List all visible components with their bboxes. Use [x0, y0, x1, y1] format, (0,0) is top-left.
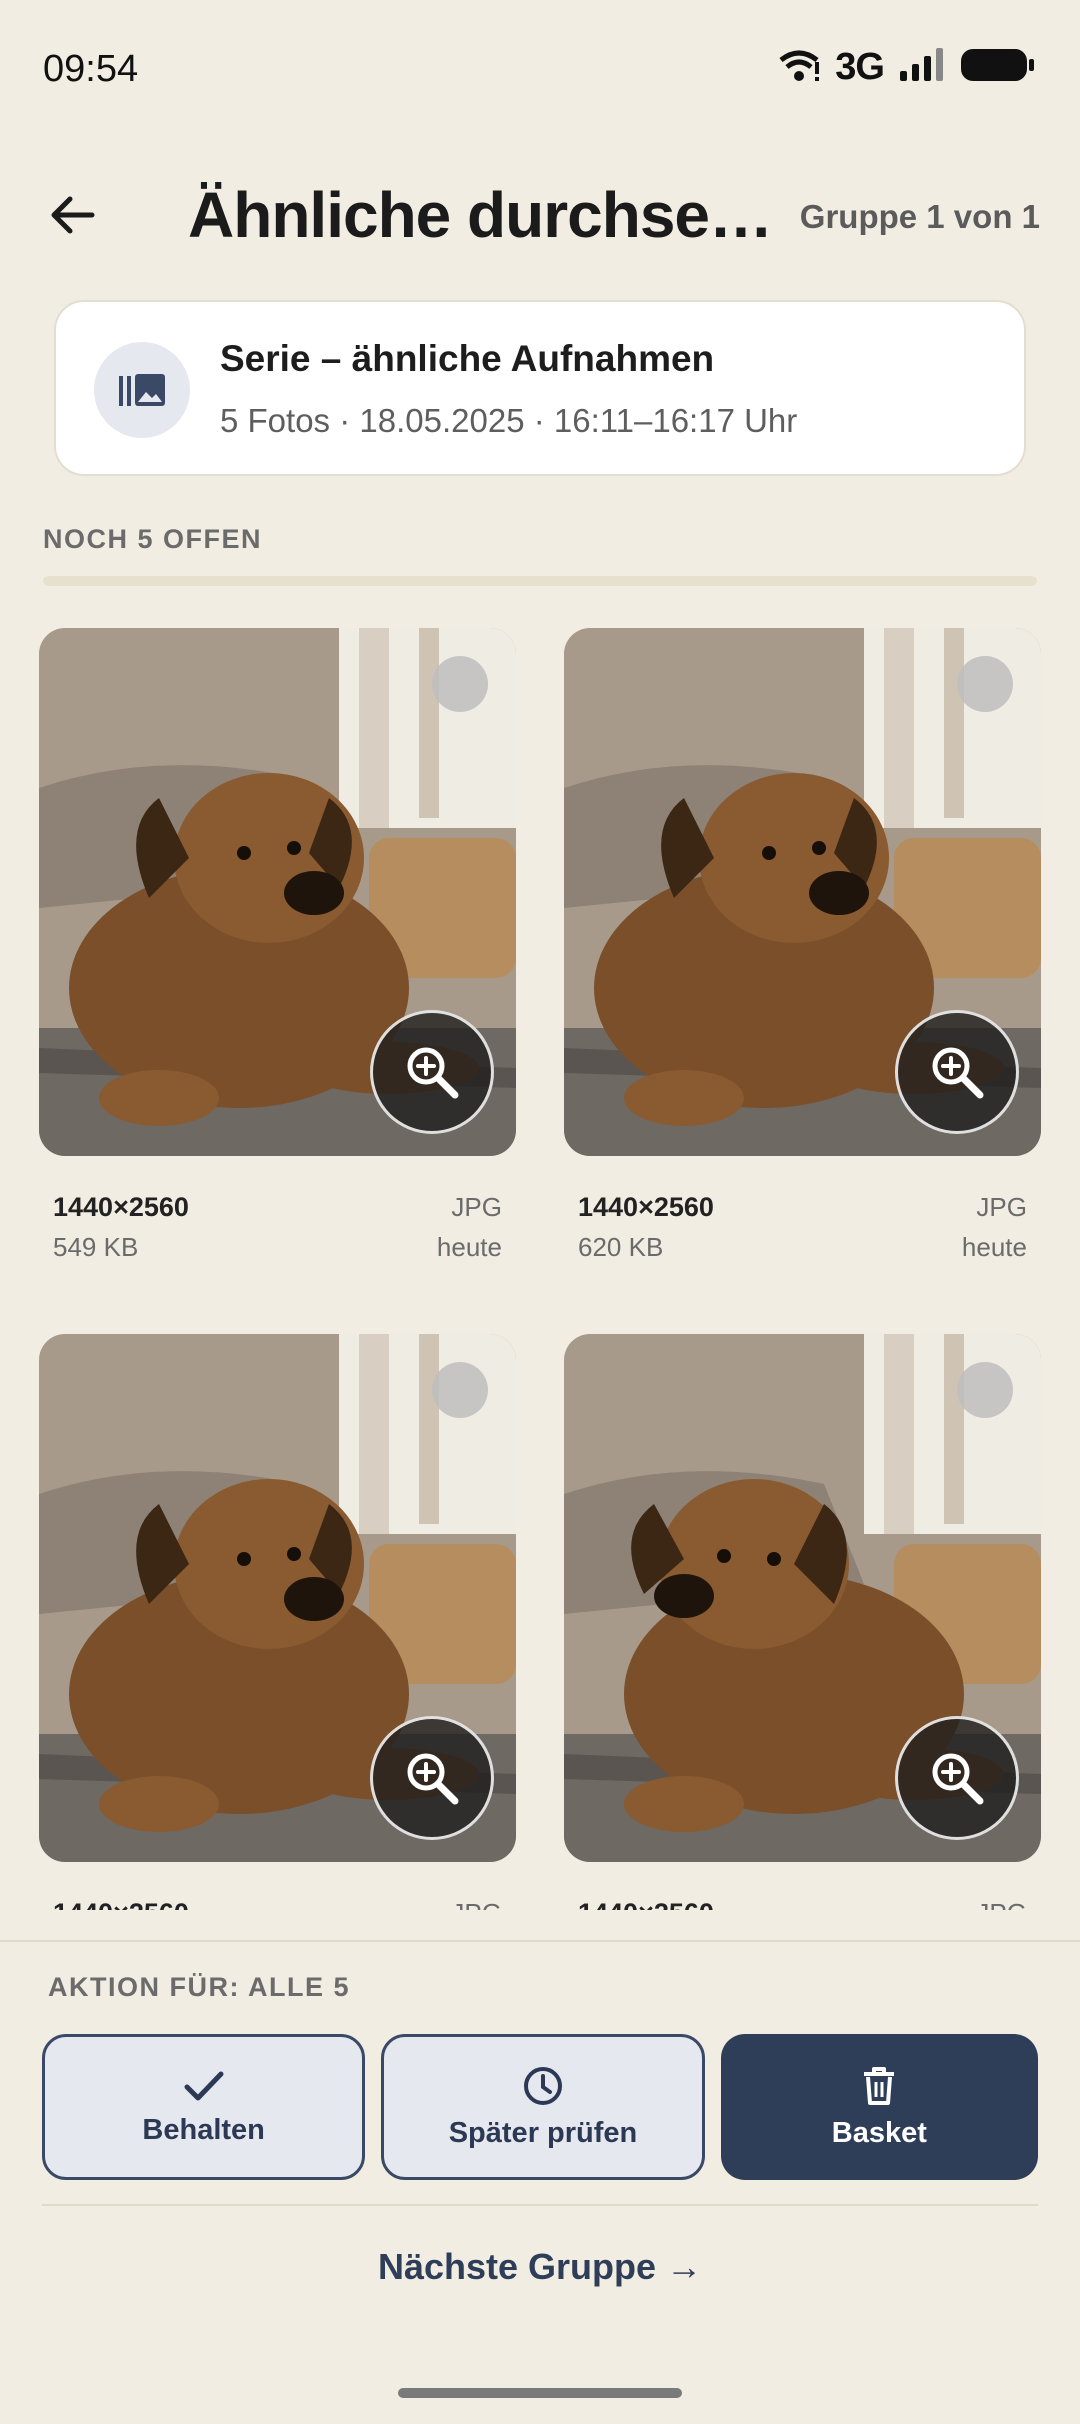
select-toggle[interactable]	[432, 1362, 488, 1418]
group-counter: Gruppe 1 von 1	[799, 198, 1040, 235]
photo-thumbnail[interactable]	[564, 1334, 1041, 1862]
photo-card[interactable]: 1440×2560 620 KB JPG heute	[564, 628, 1041, 1266]
zoom-in-icon	[407, 1753, 459, 1805]
review-progress-bar	[43, 576, 1037, 586]
trash-icon	[864, 2066, 895, 2105]
photo-date: heute	[436, 1232, 502, 1262]
zoom-button[interactable]	[895, 1010, 1019, 1134]
keep-label: Behalten	[142, 2113, 265, 2146]
photo-thumbnail[interactable]	[39, 1334, 516, 1862]
wifi-icon	[777, 48, 821, 87]
zoom-button[interactable]	[370, 1716, 494, 1840]
battery-icon	[960, 47, 1036, 88]
photo-type: JPG	[451, 1898, 502, 1910]
photo-meta: 1440×2560 JPG	[564, 1862, 1041, 1910]
select-toggle[interactable]	[957, 1362, 1013, 1418]
page-title: Ähnliche durchse…	[188, 179, 773, 251]
zoom-in-icon	[932, 1753, 984, 1805]
series-title: Serie – ähnliche Aufnahmen	[220, 338, 715, 379]
check-icon	[184, 2071, 224, 2100]
photo-card[interactable]: 1440×2560 JPG	[564, 1334, 1041, 1910]
action-label: AKTION FÜR: ALLE 5	[48, 1972, 350, 2002]
basket-label: Basket	[831, 2116, 927, 2149]
photo-thumbnail[interactable]	[39, 628, 516, 1156]
photo-size: 549 KB	[53, 1232, 139, 1262]
zoom-in-icon	[407, 1047, 459, 1099]
photo-grid: 1440×2560 549 KB JPG heute 1440×2560 620…	[0, 628, 1080, 1910]
action-buttons: Behalten Später prüfen Basket	[42, 2034, 1038, 2180]
photo-type: JPG	[976, 1192, 1027, 1222]
status-time: 09:54	[43, 48, 139, 90]
photo-resolution: 1440×2560	[53, 1898, 189, 1910]
photo-card[interactable]: 1440×2560 JPG	[39, 1334, 516, 1910]
review-later-button[interactable]: Später prüfen	[381, 2034, 705, 2180]
divider	[42, 2204, 1038, 2206]
series-info-card: Serie – ähnliche Aufnahmen 5 Fotos · 18.…	[54, 300, 1026, 476]
photo-library-icon	[94, 342, 190, 438]
zoom-in-icon	[932, 1047, 984, 1099]
photo-card[interactable]: 1440×2560 549 KB JPG heute	[39, 628, 516, 1266]
status-icons: 3G	[777, 46, 1036, 89]
review-later-label: Später prüfen	[448, 2116, 638, 2149]
home-indicator[interactable]	[398, 2388, 682, 2398]
signal-icon	[898, 47, 946, 88]
photo-type: JPG	[976, 1898, 1027, 1910]
clock-icon	[523, 2066, 562, 2105]
photo-resolution: 1440×2560	[53, 1192, 189, 1222]
photo-resolution: 1440×2560	[578, 1192, 714, 1222]
arrow-left-icon	[51, 196, 95, 234]
photo-resolution: 1440×2560	[578, 1898, 714, 1910]
photo-size: 620 KB	[578, 1232, 664, 1262]
photo-meta: 1440×2560 JPG	[39, 1862, 516, 1910]
series-subtitle: 5 Fotos · 18.05.2025 · 16:11–16:17 Uhr	[220, 402, 798, 439]
app-header: Ähnliche durchse… Gruppe 1 von 1	[0, 160, 1080, 270]
keep-button[interactable]: Behalten	[42, 2034, 366, 2180]
network-label: 3G	[835, 46, 885, 88]
select-toggle[interactable]	[432, 656, 488, 712]
photo-meta: 1440×2560 620 KB JPG heute	[564, 1156, 1041, 1266]
select-toggle[interactable]	[957, 656, 1013, 712]
zoom-button[interactable]	[370, 1010, 494, 1134]
zoom-button[interactable]	[895, 1716, 1019, 1840]
status-bar: 09:54 3G	[0, 0, 1080, 140]
back-button[interactable]	[40, 182, 106, 248]
basket-button[interactable]: Basket	[720, 2034, 1038, 2180]
photo-meta: 1440×2560 549 KB JPG heute	[39, 1156, 516, 1266]
photo-thumbnail[interactable]	[564, 628, 1041, 1156]
photo-type: JPG	[451, 1192, 502, 1222]
remaining-label: NOCH 5 OFFEN	[43, 524, 263, 554]
action-panel: AKTION FÜR: ALLE 5 Behalten Später prüfe…	[0, 1940, 1080, 2424]
photo-date: heute	[961, 1232, 1027, 1262]
next-group-link[interactable]: Nächste Gruppe →	[0, 2246, 1080, 2288]
